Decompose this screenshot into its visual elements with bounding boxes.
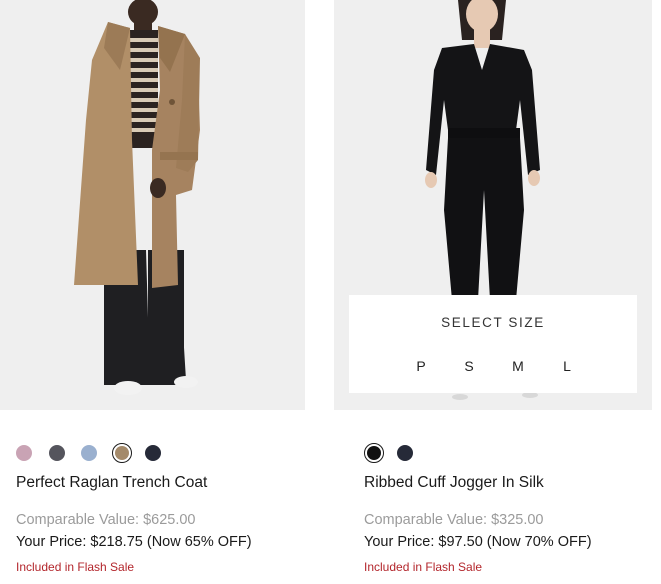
size-option-m[interactable]: M: [508, 358, 528, 374]
product-title[interactable]: Ribbed Cuff Jogger In Silk: [364, 474, 544, 492]
swatch-black-selected[interactable]: [364, 443, 384, 463]
flash-sale-label: Included in Flash Sale: [16, 560, 135, 574]
swatch-navy[interactable]: [397, 445, 413, 461]
product-title[interactable]: Perfect Raglan Trench Coat: [16, 474, 207, 492]
comparable-value: Comparable Value: $325.00: [364, 512, 544, 528]
size-selector-title: SELECT SIZE: [441, 315, 545, 330]
swatch-charcoal[interactable]: [49, 445, 65, 461]
product-image-trench-coat[interactable]: [0, 0, 305, 410]
trench-coat-model-illustration: [74, 0, 200, 395]
comparable-value: Comparable Value: $625.00: [16, 512, 196, 528]
size-option-l[interactable]: L: [557, 358, 577, 374]
product-image-jogger[interactable]: SELECT SIZE P S M L: [334, 0, 652, 410]
your-price: Your Price: $218.75 (Now 65% OFF): [16, 534, 252, 550]
product-card-trench-coat[interactable]: Perfect Raglan Trench Coat Comparable Va…: [0, 0, 305, 574]
size-option-p[interactable]: P: [411, 358, 431, 374]
product-card-jogger[interactable]: SELECT SIZE P S M L Ribbed Cuff Jogger I…: [334, 0, 652, 574]
flash-sale-label: Included in Flash Sale: [364, 560, 483, 574]
swatch-light-blue[interactable]: [81, 445, 97, 461]
swatch-mauve[interactable]: [16, 445, 32, 461]
swatch-camel-selected[interactable]: [112, 443, 132, 463]
size-selector-panel: SELECT SIZE P S M L: [349, 295, 637, 393]
swatch-navy[interactable]: [145, 445, 161, 461]
your-price: Your Price: $97.50 (Now 70% OFF): [364, 534, 592, 550]
size-option-s[interactable]: S: [459, 358, 479, 374]
